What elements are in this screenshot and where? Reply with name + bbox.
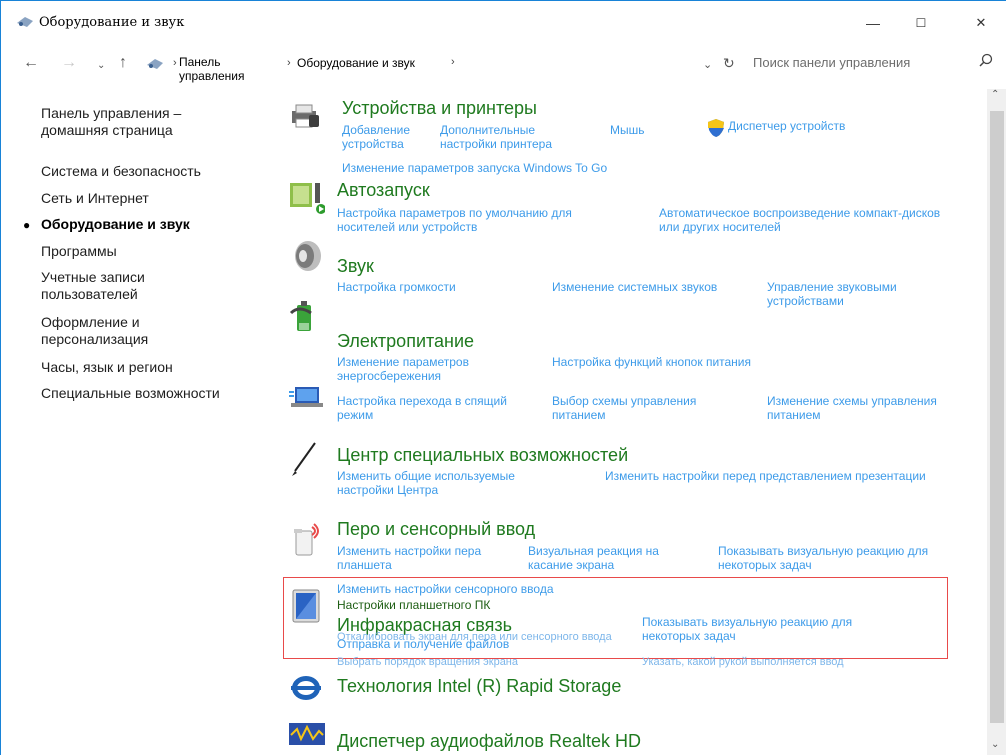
sidebar-item-accessibility[interactable]: Специальные возможности bbox=[41, 385, 271, 402]
link-presentation[interactable]: Изменить настройки перед представлением … bbox=[605, 469, 926, 483]
forward-arrow-icon[interactable]: → bbox=[61, 55, 77, 71]
link-rotation-order[interactable]: Выбрать порядок вращения экрана bbox=[337, 656, 518, 668]
link-volume[interactable]: Настройка громкости bbox=[337, 280, 456, 294]
sidebar-item-programs[interactable]: Программы bbox=[41, 243, 271, 260]
sidebar-item-appearance[interactable]: Оформление и персонализация bbox=[41, 314, 271, 348]
autoplay-icon bbox=[289, 181, 326, 215]
link-device-manager[interactable]: Диспетчер устройств bbox=[728, 119, 845, 133]
vertical-scrollbar[interactable]: ⌃ ⌄ bbox=[987, 89, 1006, 755]
category-realtek-title[interactable]: Диспетчер аудиофайлов Realtek HD bbox=[337, 731, 641, 751]
category-tablet-title[interactable]: Настройки планшетного ПК bbox=[337, 598, 490, 612]
link-power-buttons[interactable]: Настройка функций кнопок питания bbox=[552, 355, 751, 369]
breadcrumb-separator-icon[interactable]: › bbox=[451, 56, 455, 68]
control-panel-icon bbox=[15, 15, 33, 29]
sidebar-item-clock-region[interactable]: Часы, язык и регион bbox=[41, 359, 271, 376]
sidebar-item-hardware[interactable]: Оборудование и звук bbox=[41, 216, 271, 233]
control-panel-window: Оборудование и звук — ☐ ✕ ← → ⌄ ↑ › Пане… bbox=[0, 0, 1006, 755]
minimize-button[interactable]: — bbox=[853, 11, 893, 35]
intel-storage-icon bbox=[289, 673, 323, 707]
tablet-icon bbox=[292, 589, 326, 623]
control-panel-icon bbox=[145, 57, 165, 74]
category-power-title[interactable]: Электропитание bbox=[337, 331, 474, 351]
link-windows-to-go[interactable]: Изменение параметров запуска Windows To … bbox=[342, 161, 607, 175]
link-power-plan-edit[interactable]: Изменение схемы управления питанием bbox=[767, 394, 937, 422]
link-autoplay-defaults[interactable]: Настройка параметров по умолчанию для но… bbox=[337, 206, 572, 234]
window-title: Оборудование и звук bbox=[39, 15, 185, 30]
up-arrow-icon[interactable]: ↑ bbox=[119, 55, 127, 71]
sidebar-item-label: домашняя страница bbox=[41, 122, 173, 138]
link-visual-feedback-tablet[interactable]: Показывать визуальную реакцию для некото… bbox=[642, 615, 852, 643]
breadcrumb-hardware-sound[interactable]: Оборудование и звук bbox=[297, 56, 415, 70]
link-send-receive-files[interactable]: Отправка и получение файлов bbox=[337, 637, 509, 651]
breadcrumb-separator-icon[interactable]: › bbox=[287, 57, 291, 69]
link-ease-settings[interactable]: Изменить общие используемые настройки Це… bbox=[337, 469, 515, 497]
link-handedness[interactable]: Указать, какой рукой выполняется ввод bbox=[642, 656, 844, 668]
breadcrumb-label: Панель bbox=[179, 55, 221, 69]
link-visual-feedback[interactable]: Показывать визуальную реакцию для некото… bbox=[718, 544, 928, 572]
sidebar-item-home[interactable]: Панель управления – домашняя страница bbox=[41, 105, 271, 139]
printer-icon bbox=[289, 101, 323, 135]
category-pen-title[interactable]: Перо и сенсорный ввод bbox=[337, 519, 535, 539]
category-sound-title[interactable]: Звук bbox=[337, 256, 374, 276]
pen-touch-icon bbox=[290, 521, 324, 556]
sidebar-item-accounts[interactable]: Учетные записи пользователей bbox=[41, 269, 271, 303]
link-touch-input-settings[interactable]: Изменить настройки сенсорного ввода bbox=[337, 582, 554, 596]
breadcrumb-label: управления bbox=[179, 69, 245, 83]
realtek-audio-icon bbox=[289, 721, 325, 755]
sidebar-item-label: персонализация bbox=[41, 331, 149, 347]
link-sleep[interactable]: Настройка перехода в спящий режим bbox=[337, 394, 507, 422]
link-autoplay-cd[interactable]: Автоматическое воспроизведение компакт-д… bbox=[659, 206, 940, 234]
sidebar-item-label: Оформление и bbox=[41, 314, 140, 330]
close-button[interactable]: ✕ bbox=[961, 11, 1001, 35]
sidebar-item-label: пользователей bbox=[41, 286, 138, 302]
link-audio-devices[interactable]: Управление звуковыми устройствами bbox=[767, 280, 897, 308]
link-system-sounds[interactable]: Изменение системных звуков bbox=[552, 280, 717, 294]
pen-stroke-icon bbox=[289, 441, 323, 476]
chevron-down-icon[interactable]: ⌄ bbox=[97, 58, 105, 74]
category-intel-title[interactable]: Технология Intel (R) Rapid Storage bbox=[337, 676, 621, 696]
active-bullet-icon: ● bbox=[23, 218, 31, 232]
link-mouse[interactable]: Мышь bbox=[610, 123, 645, 137]
link-add-device[interactable]: Добавление устройства bbox=[342, 123, 410, 151]
maximize-button[interactable]: ☐ bbox=[901, 11, 941, 35]
sidebar-item-security[interactable]: Система и безопасность bbox=[41, 163, 271, 180]
sidebar-item-label: Учетные записи bbox=[41, 269, 145, 285]
battery-plug-icon bbox=[289, 299, 323, 333]
shield-icon bbox=[707, 118, 725, 141]
category-devices-title[interactable]: Устройства и принтеры bbox=[342, 98, 537, 118]
link-power-savings[interactable]: Изменение параметров энергосбережения bbox=[337, 355, 469, 383]
breadcrumb-separator-icon[interactable]: › bbox=[173, 57, 177, 69]
search-input[interactable]: Поиск панели управления bbox=[753, 55, 910, 70]
back-arrow-icon[interactable]: ← bbox=[23, 55, 39, 71]
address-bar: ← → ⌄ ↑ › Панель управления › Оборудован… bbox=[1, 47, 1006, 87]
link-touch-feedback[interactable]: Визуальная реакция на касание экрана bbox=[528, 544, 659, 572]
scroll-down-icon[interactable]: ⌄ bbox=[991, 739, 999, 750]
search-icon[interactable] bbox=[979, 53, 993, 70]
link-pen-settings[interactable]: Изменить настройки пера планшета bbox=[337, 544, 481, 572]
scroll-up-icon[interactable]: ⌃ bbox=[991, 89, 999, 100]
sleep-laptop-icon bbox=[289, 383, 323, 417]
refresh-icon[interactable]: ↻ bbox=[723, 55, 735, 71]
scroll-thumb[interactable] bbox=[990, 111, 1004, 723]
category-ease-title[interactable]: Центр специальных возможностей bbox=[337, 445, 628, 465]
sidebar-item-network[interactable]: Сеть и Интернет bbox=[41, 190, 271, 207]
link-printer-settings[interactable]: Дополнительные настройки принтера bbox=[440, 123, 552, 151]
sidebar-item-label: Панель управления – bbox=[41, 105, 182, 121]
chevron-down-icon[interactable]: ⌄ bbox=[703, 57, 712, 73]
link-power-plan-choose[interactable]: Выбор схемы управления питанием bbox=[552, 394, 696, 422]
speaker-icon bbox=[290, 239, 324, 273]
category-autoplay-title[interactable]: Автозапуск bbox=[337, 180, 430, 200]
breadcrumb-control-panel[interactable]: Панель управления bbox=[179, 55, 244, 83]
title-bar: Оборудование и звук — ☐ ✕ bbox=[1, 1, 1006, 41]
